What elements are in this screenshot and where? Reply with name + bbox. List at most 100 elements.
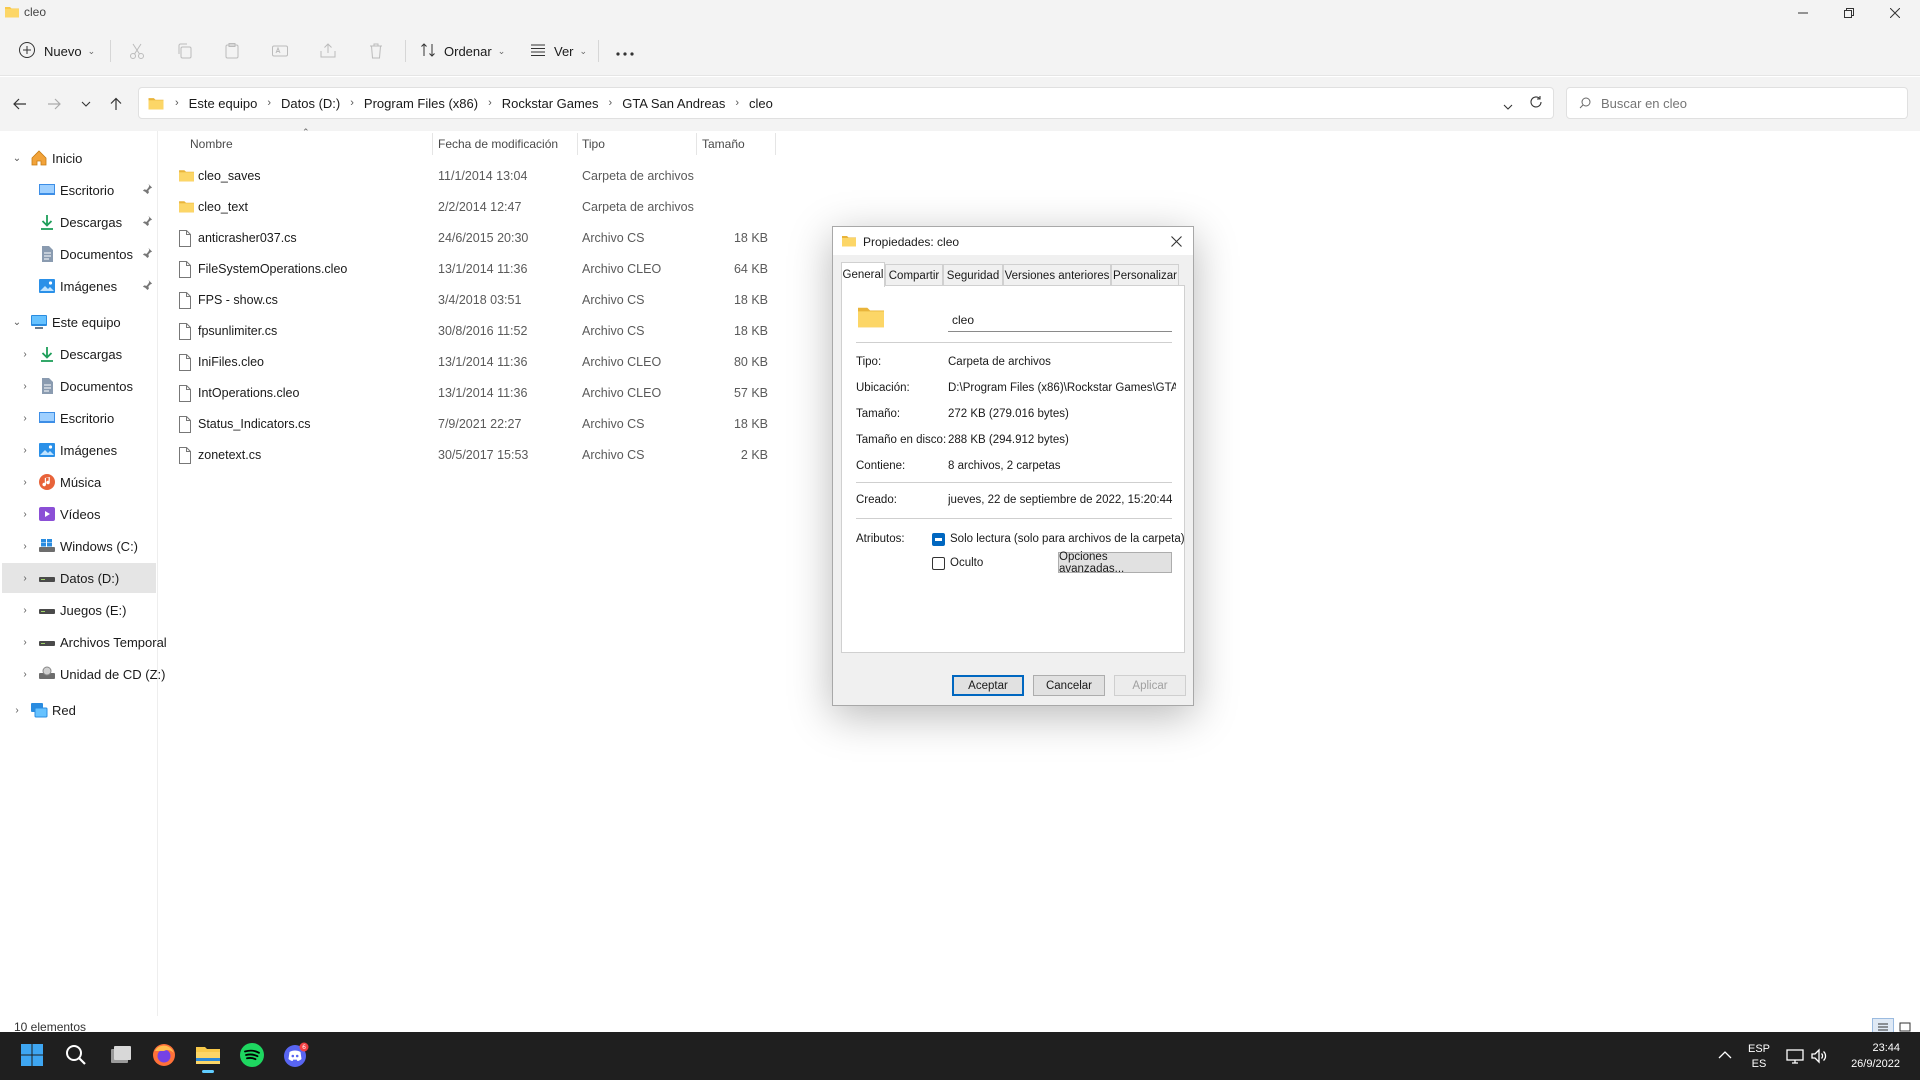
breadcrumb-item[interactable]: Program Files (x86) <box>364 96 478 111</box>
restore-button[interactable] <box>1826 0 1872 26</box>
clock[interactable]: 23:44 26/9/2022 <box>1836 1042 1912 1072</box>
chevron-right-icon[interactable]: › <box>18 637 32 648</box>
taskbar-search-button[interactable] <box>58 1038 94 1074</box>
delete-icon[interactable] <box>366 41 386 61</box>
breadcrumb-item[interactable]: Rockstar Games <box>502 96 599 111</box>
close-window-button[interactable] <box>1872 0 1918 26</box>
hidden-checkbox[interactable] <box>932 557 945 570</box>
table-row[interactable]: IntOperations.cleo 13/1/2014 11:36 Archivo… <box>168 378 778 409</box>
refresh-icon[interactable] <box>1529 95 1543 112</box>
chevron-right-icon[interactable]: › <box>18 669 32 680</box>
spotify-button[interactable] <box>234 1038 270 1074</box>
sidebar-item[interactable]: › Datos (D:) <box>2 563 156 593</box>
paste-icon[interactable] <box>222 41 242 61</box>
network-icon[interactable] <box>1786 1047 1804 1068</box>
column-header-type[interactable]: Tipo <box>582 131 662 157</box>
language-indicator[interactable]: ESP ES <box>1744 1043 1774 1071</box>
table-row[interactable]: cleo_text 2/2/2014 12:47 Carpeta de archiv… <box>168 192 778 223</box>
start-button[interactable] <box>14 1038 50 1074</box>
dialog-close-button[interactable] <box>1163 230 1189 252</box>
sidebar-item[interactable]: Escritorio <box>2 175 156 205</box>
sidebar-item[interactable]: › Juegos (E:) <box>2 595 156 625</box>
chevron-right-icon[interactable]: › <box>18 445 32 456</box>
copy-icon[interactable] <box>175 41 195 61</box>
ok-button[interactable]: Aceptar <box>952 675 1024 696</box>
sidebar-item[interactable]: › Red <box>2 695 156 725</box>
table-row[interactable]: FileSystemOperations.cleo 13/1/2014 11:36… <box>168 254 778 285</box>
breadcrumb-item[interactable]: GTA San Andreas <box>622 96 725 111</box>
chevron-right-icon[interactable]: › <box>18 541 32 552</box>
chevron-right-icon[interactable]: › <box>18 381 32 392</box>
address-history-button[interactable] <box>1503 98 1513 113</box>
forward-button[interactable] <box>42 92 66 116</box>
sidebar-item[interactable]: › Escritorio <box>2 403 156 433</box>
search-input[interactable] <box>1601 95 1891 111</box>
sort-button[interactable]: Ordenar ⌄ <box>420 36 505 66</box>
table-row[interactable]: fpsunlimiter.cs 30/8/2016 11:52 Archivo CS… <box>168 316 778 347</box>
more-options-button[interactable] <box>616 36 634 66</box>
rename-icon[interactable] <box>270 41 290 61</box>
cancel-button[interactable]: Cancelar <box>1033 675 1105 696</box>
column-divider[interactable] <box>577 133 578 155</box>
sidebar-item[interactable]: › Imágenes <box>2 435 156 465</box>
column-header-date[interactable]: Fecha de modificación <box>438 131 578 157</box>
hidden-label[interactable]: Oculto <box>950 557 983 569</box>
address-bar[interactable]: › Este equipo › Datos (D:) › Program Fil… <box>138 87 1554 119</box>
breadcrumb-item[interactable]: Este equipo <box>189 96 258 111</box>
table-row[interactable]: FPS - show.cs 3/4/2018 03:51 Archivo CS 18 … <box>168 285 778 316</box>
chevron-right-icon[interactable]: › <box>18 573 32 584</box>
sidebar-item[interactable]: › Vídeos <box>2 499 156 529</box>
tab-general[interactable]: General <box>841 262 885 287</box>
minimize-button[interactable] <box>1780 0 1826 26</box>
sidebar-item[interactable]: ⌄ Inicio <box>2 143 156 173</box>
apply-button[interactable]: Aplicar <box>1114 675 1186 696</box>
chevron-right-icon[interactable]: › <box>18 509 32 520</box>
table-row[interactable]: Status_Indicators.cs 7/9/2021 22:27 Archiv… <box>168 409 778 440</box>
tab-versiones-anteriores[interactable]: Versiones anteriores <box>1003 264 1111 286</box>
sidebar-item[interactable]: › Música <box>2 467 156 497</box>
file-explorer-button[interactable] <box>190 1038 226 1074</box>
sidebar-item[interactable]: Documentos <box>2 239 156 269</box>
breadcrumb-item[interactable]: cleo <box>749 96 773 111</box>
advanced-options-button[interactable]: Opciones avanzadas... <box>1058 551 1172 575</box>
readonly-label[interactable]: Solo lectura (solo para archivos de la c… <box>950 533 1185 545</box>
table-row[interactable]: IniFiles.cleo 13/1/2014 11:36 Archivo CLEO… <box>168 347 778 378</box>
chevron-down-icon[interactable]: ⌄ <box>10 317 24 328</box>
table-row[interactable]: zonetext.cs 30/5/2017 15:53 Archivo CS 2 KB <box>168 440 778 471</box>
chevron-right-icon[interactable]: › <box>18 413 32 424</box>
chevron-right-icon[interactable]: › <box>18 349 32 360</box>
readonly-checkbox[interactable] <box>932 533 945 546</box>
column-divider[interactable] <box>696 133 697 155</box>
volume-icon[interactable] <box>1810 1047 1828 1068</box>
chevron-right-icon[interactable]: › <box>18 477 32 488</box>
breadcrumb-item[interactable]: Datos (D:) <box>281 96 340 111</box>
sidebar-item[interactable]: › Documentos <box>2 371 156 401</box>
sidebar-item[interactable]: › Archivos Temporal <box>2 627 166 657</box>
sidebar-item[interactable]: › Descargas <box>2 339 156 369</box>
chevron-right-icon[interactable]: › <box>10 705 24 716</box>
sidebar-item[interactable]: Imágenes <box>2 271 156 301</box>
sidebar-item[interactable]: › Unidad de CD (Z:) <box>2 659 165 689</box>
table-row[interactable]: anticrasher037.cs 24/6/2015 20:30 Archivo … <box>168 223 778 254</box>
new-button[interactable]: Nuevo ⌄ <box>18 36 95 66</box>
firefox-button[interactable] <box>146 1038 182 1074</box>
sidebar-item[interactable]: › Windows (C:) <box>2 531 156 561</box>
tab-seguridad[interactable]: Seguridad <box>943 264 1003 286</box>
cut-icon[interactable] <box>127 41 147 61</box>
chevron-right-icon[interactable]: › <box>18 605 32 616</box>
chevron-down-icon[interactable]: ⌄ <box>10 153 24 164</box>
recent-locations-button[interactable] <box>74 92 98 116</box>
sidebar-item[interactable]: ⌄ Este equipo <box>2 307 156 337</box>
view-button[interactable]: Ver ⌄ <box>530 36 587 66</box>
folder-name-field[interactable] <box>948 308 1172 332</box>
column-divider[interactable] <box>432 133 433 155</box>
discord-button[interactable]: 6 <box>278 1038 314 1074</box>
sidebar-item[interactable]: Descargas <box>2 207 156 237</box>
column-header-size[interactable]: Tamaño <box>702 131 772 157</box>
tab-personalizar[interactable]: Personalizar <box>1111 264 1179 286</box>
share-icon[interactable] <box>318 41 338 61</box>
task-view-button[interactable] <box>102 1038 138 1074</box>
back-button[interactable] <box>8 92 32 116</box>
tab-compartir[interactable]: Compartir <box>885 264 943 286</box>
column-header-name[interactable]: Nombre <box>190 131 396 157</box>
